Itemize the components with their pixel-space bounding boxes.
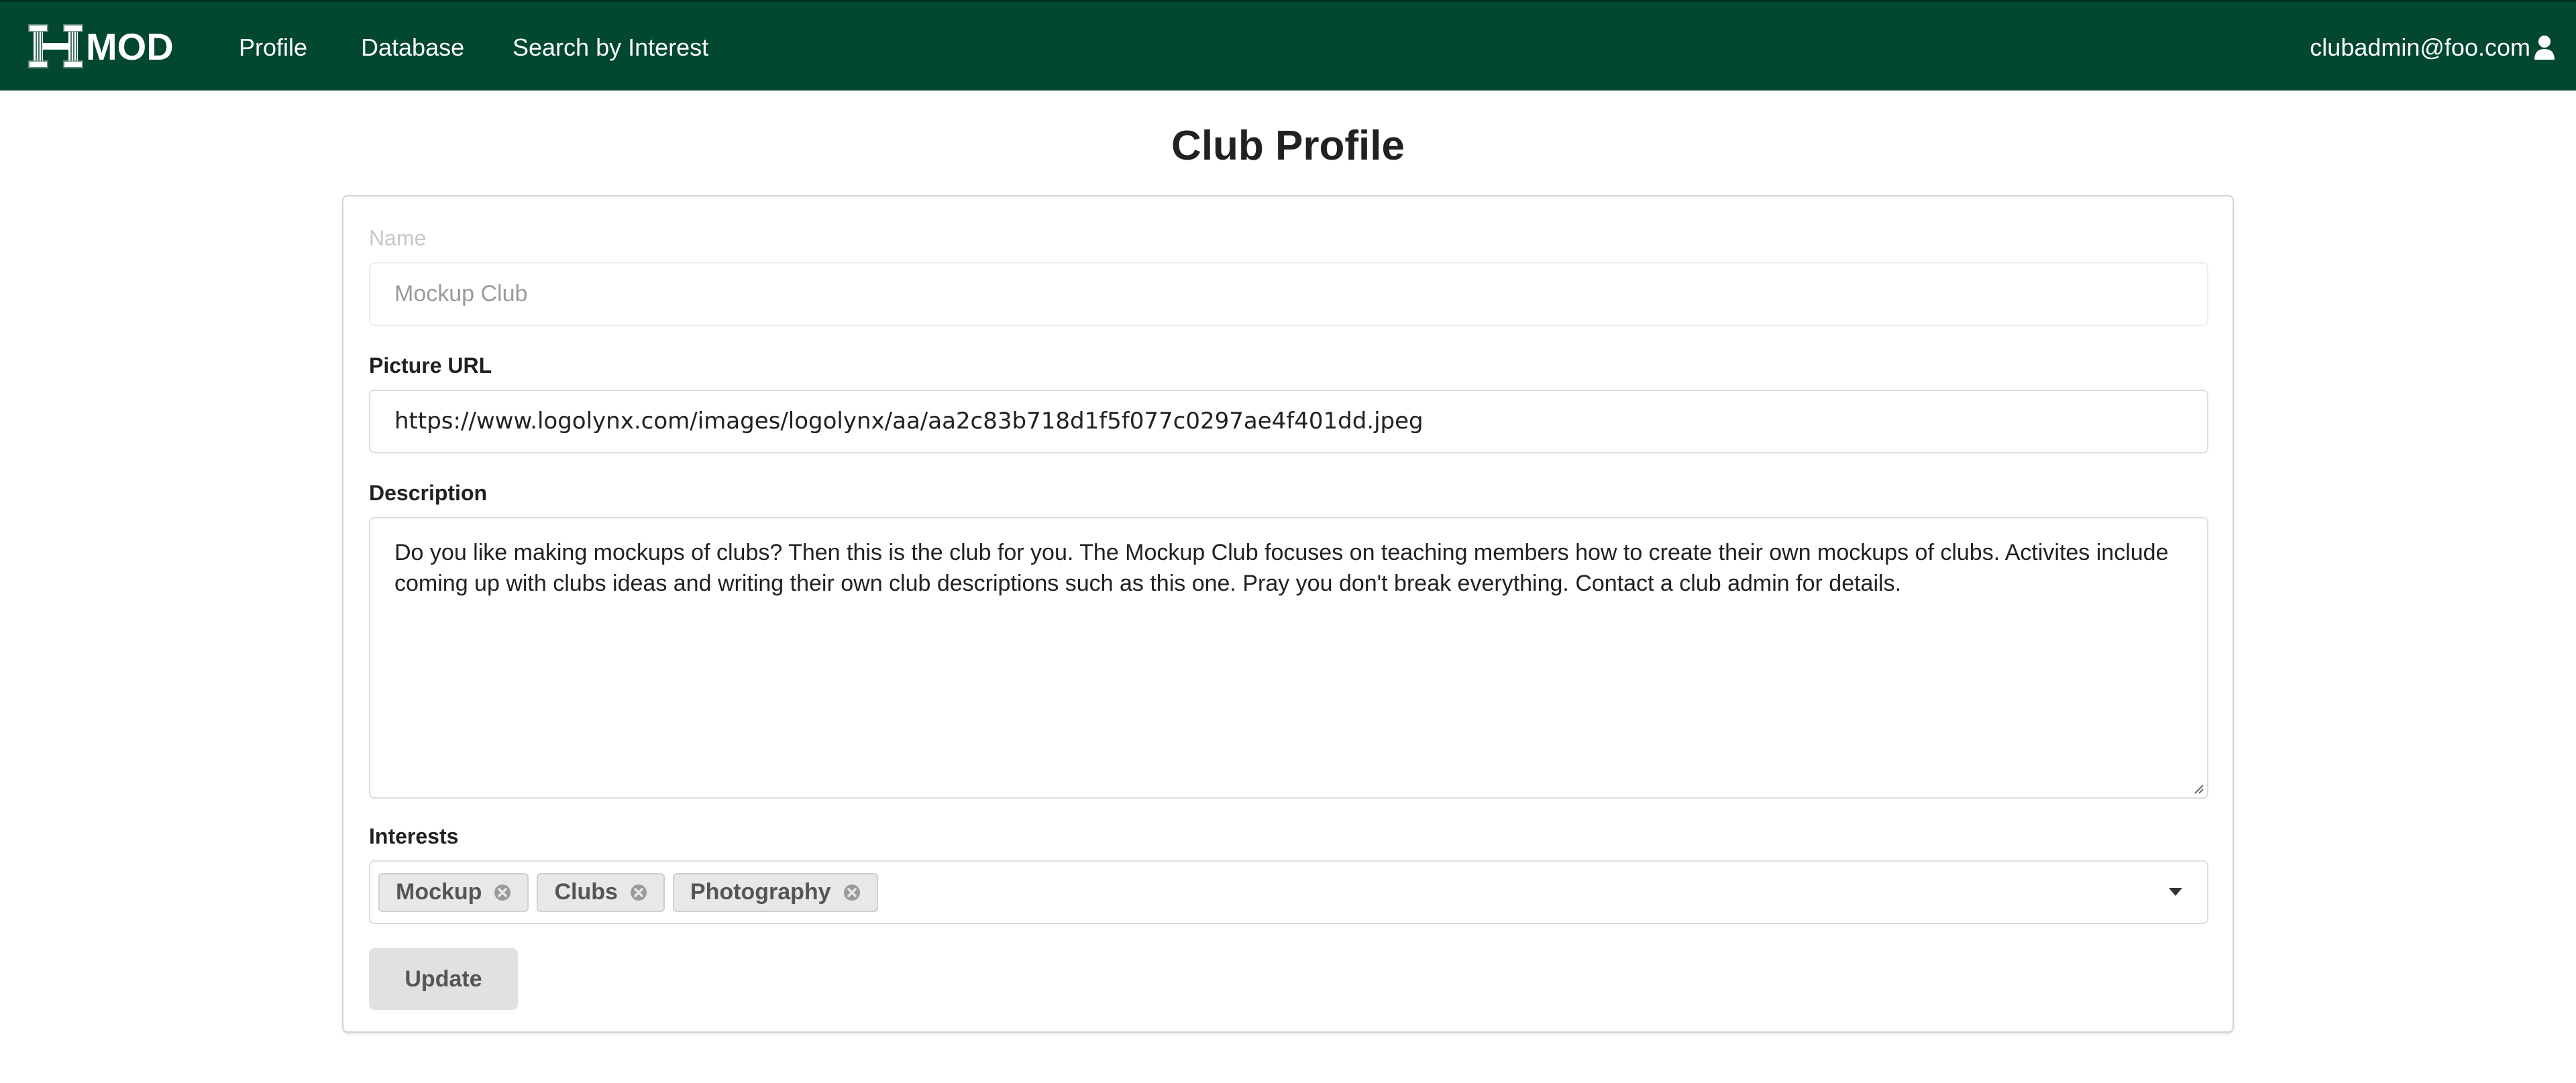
user-menu[interactable]: clubadmin@foo.com bbox=[2310, 33, 2556, 62]
brand-name: MOD bbox=[86, 25, 174, 68]
close-icon[interactable] bbox=[843, 884, 861, 901]
resize-grip-icon[interactable] bbox=[2191, 781, 2204, 795]
update-button[interactable]: Update bbox=[369, 948, 518, 1010]
nav-link-profile[interactable]: Profile bbox=[239, 33, 307, 62]
club-profile-form: Name Mockup Club Picture URL https://www… bbox=[342, 195, 2234, 1033]
hawaii-h-logo-icon bbox=[28, 24, 83, 68]
description-textarea[interactable]: Do you like making mockups of clubs? The… bbox=[369, 517, 2208, 799]
interest-chip-label: Clubs bbox=[554, 879, 618, 905]
interest-chip-clubs[interactable]: Clubs bbox=[537, 872, 665, 912]
page-title: Club Profile bbox=[1171, 123, 1405, 169]
interests-label: Interests bbox=[369, 824, 459, 848]
close-icon[interactable] bbox=[630, 884, 647, 901]
name-field: Mockup Club bbox=[369, 262, 2208, 326]
interest-chip-label: Mockup bbox=[396, 879, 482, 905]
user-email: clubadmin@foo.com bbox=[2310, 34, 2530, 61]
nav-link-database[interactable]: Database bbox=[361, 33, 464, 62]
description-text: Do you like making mockups of clubs? The… bbox=[394, 540, 2169, 596]
close-icon[interactable] bbox=[494, 884, 511, 901]
interest-chip-label: Photography bbox=[690, 879, 831, 905]
nav-link-search-by-interest[interactable]: Search by Interest bbox=[513, 33, 708, 62]
top-navbar: MOD Profile Database Search by Interest … bbox=[0, 0, 2576, 91]
interest-chip-mockup[interactable]: Mockup bbox=[378, 872, 529, 912]
brand-link[interactable]: MOD bbox=[27, 22, 174, 70]
picture-url-field[interactable]: https://www.logolynx.com/images/logolynx… bbox=[369, 390, 2208, 453]
interests-multiselect[interactable]: Mockup Clubs Photography bbox=[369, 860, 2208, 924]
interest-chip-photography[interactable]: Photography bbox=[672, 872, 878, 912]
caret-down-icon[interactable] bbox=[2168, 887, 2183, 897]
name-label: Name bbox=[369, 226, 427, 250]
picture-url-label: Picture URL bbox=[369, 353, 492, 378]
user-icon bbox=[2534, 36, 2555, 60]
description-label: Description bbox=[369, 481, 488, 505]
